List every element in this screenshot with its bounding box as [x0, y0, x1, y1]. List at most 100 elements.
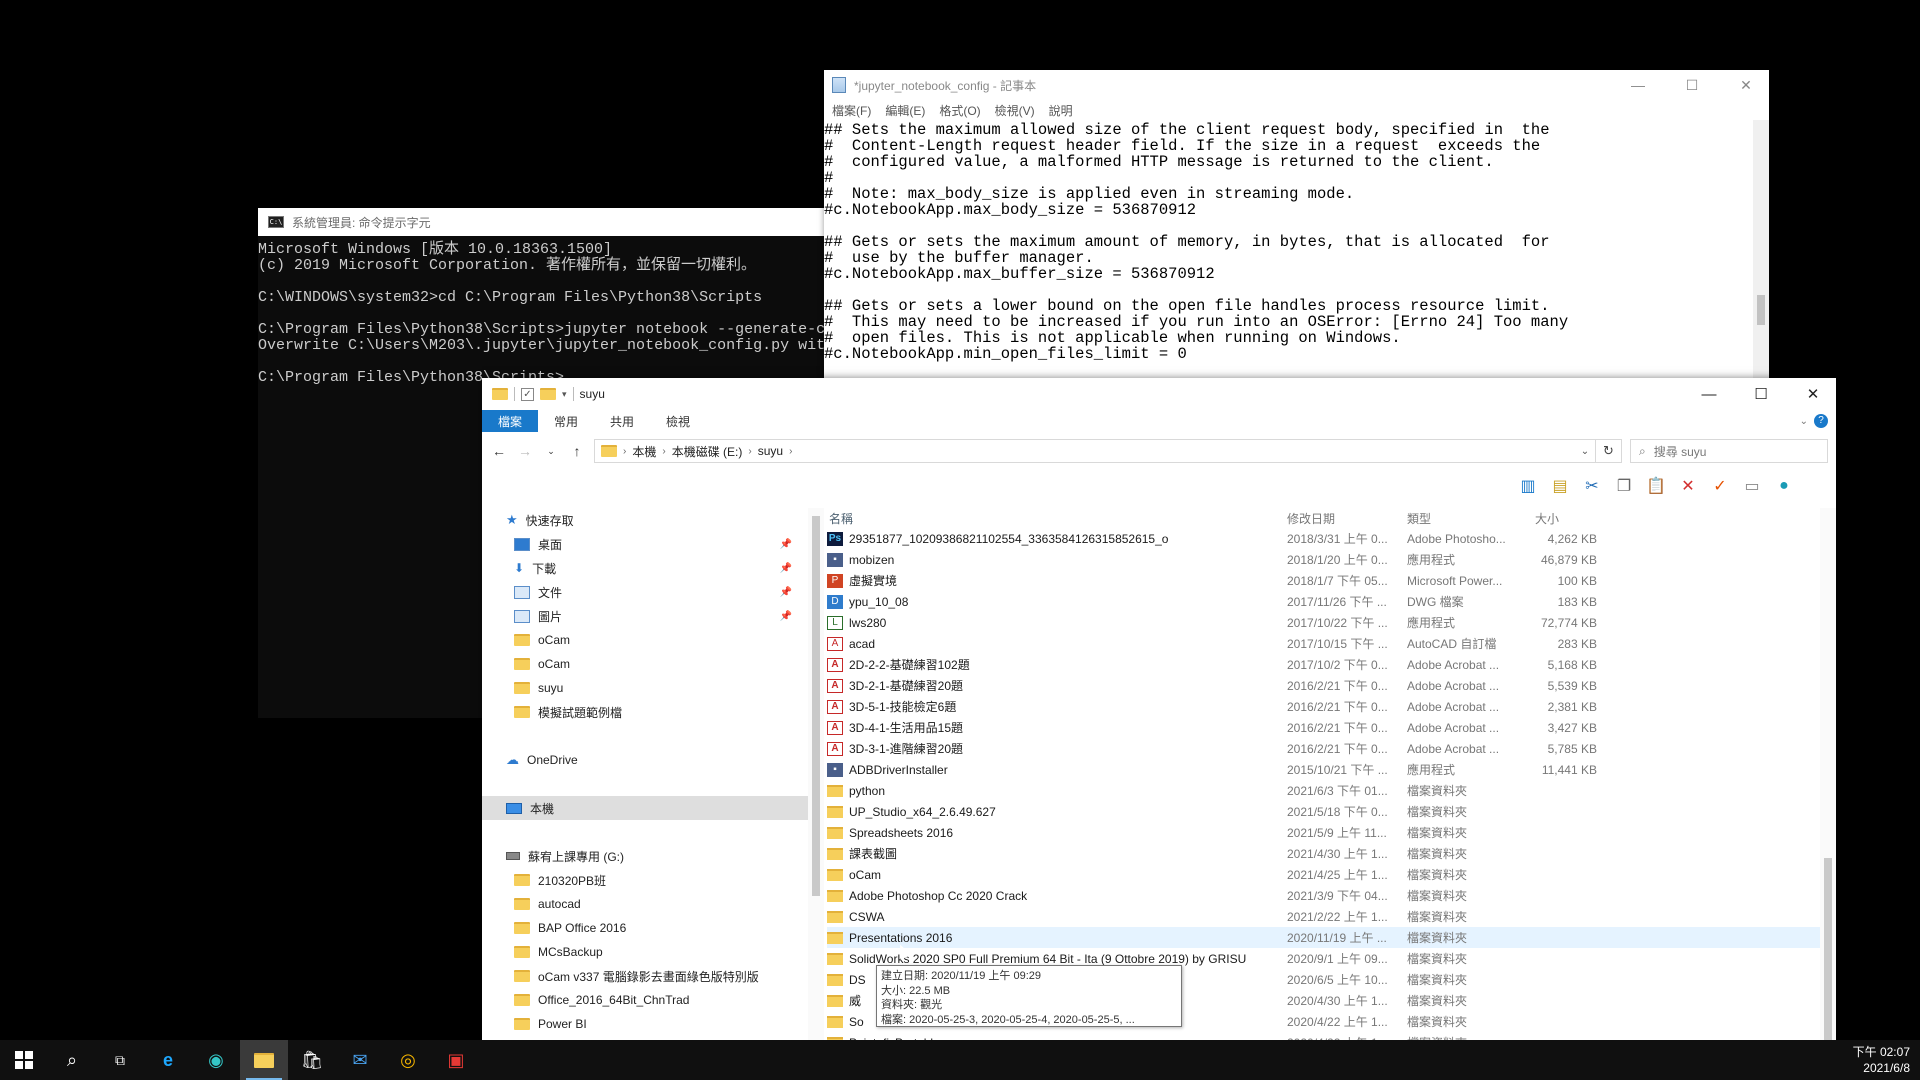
- explorer-taskbar-button[interactable]: [240, 1040, 288, 1080]
- notepad-window[interactable]: *jupyter_notebook_config - 記事本 — ☐ ✕ 檔案(…: [824, 70, 1769, 380]
- column-name[interactable]: 名稱: [827, 510, 1287, 527]
- tab-share[interactable]: 共用: [594, 410, 650, 432]
- delete-icon[interactable]: ✕: [1676, 474, 1700, 498]
- scrollbar-thumb[interactable]: [812, 516, 820, 896]
- nav-item[interactable]: 210320PB班: [482, 868, 808, 892]
- help-icon[interactable]: ?: [1814, 414, 1828, 428]
- search-box[interactable]: ⌕ 搜尋 suyu: [1630, 439, 1828, 463]
- breadcrumb-item[interactable]: 本機: [632, 443, 656, 460]
- cut-icon[interactable]: ✂: [1580, 474, 1604, 498]
- tab-file[interactable]: 檔案: [482, 410, 539, 432]
- checkmark-icon[interactable]: ✓: [1708, 474, 1732, 498]
- task-view-button[interactable]: ⧉: [96, 1040, 144, 1080]
- forward-button[interactable]: →: [516, 443, 534, 459]
- expand-ribbon-icon[interactable]: ⌄: [1800, 416, 1808, 427]
- file-row[interactable]: ▪ mobizen 2018/1/20 上午 0... 應用程式 46,879 KB: [827, 549, 1836, 570]
- file-row[interactable]: Dypu_10_08 2017/11/26 下午 ... DWG 檔案 183 KB: [827, 591, 1836, 612]
- nav-item[interactable]: 模擬試題範例檔: [482, 700, 808, 724]
- recent-locations-icon[interactable]: ⌄: [542, 446, 560, 457]
- nav-item[interactable]: ☁ OneDrive: [482, 748, 808, 772]
- nav-item[interactable]: Office_2016_64Bit_ChnTrad: [482, 988, 808, 1012]
- content-scrollbar[interactable]: [1820, 508, 1836, 1080]
- customize-quick-access-icon[interactable]: ▾: [562, 389, 567, 400]
- nav-item[interactable]: 蘇宥上課專用 (G:): [482, 844, 808, 868]
- paste-icon[interactable]: 📋: [1644, 474, 1668, 498]
- file-row[interactable]: Aacad 2017/10/15 下午 ... AutoCAD 自訂檔 283 KB: [827, 633, 1836, 654]
- refresh-button[interactable]: ↻: [1596, 439, 1622, 463]
- cmd-output[interactable]: Microsoft Windows [版本 10.0.18363.1500] (c…: [258, 236, 828, 386]
- nav-item[interactable]: oCam: [482, 652, 808, 676]
- globe-icon[interactable]: ●: [1772, 474, 1796, 498]
- tab-home[interactable]: 常用: [538, 410, 594, 432]
- copy-icon[interactable]: ❐: [1612, 474, 1636, 498]
- app-taskbar-button[interactable]: ▣: [432, 1040, 480, 1080]
- back-button[interactable]: ←: [490, 443, 508, 459]
- nav-item[interactable]: suyu: [482, 676, 808, 700]
- file-row[interactable]: A 3D-5-1-技能檢定6題 2016/2/21 下午 0... Adobe Acr…: [827, 696, 1836, 717]
- new-folder-icon[interactable]: [540, 388, 556, 400]
- menu-item[interactable]: 編輯(E): [885, 102, 925, 119]
- nav-item[interactable]: MCsBackup: [482, 940, 808, 964]
- nav-item[interactable]: 桌面 📌: [482, 532, 808, 556]
- breadcrumb-item[interactable]: suyu: [758, 444, 783, 458]
- menu-item[interactable]: 說明: [1049, 102, 1073, 119]
- cmd-titlebar[interactable]: C:\ 系統管理員: 命令提示字元: [258, 208, 828, 236]
- menu-item[interactable]: 檔案(F): [832, 102, 871, 119]
- navigation-pane[interactable]: ★ 快速存取 桌面 📌 ⬇ 下載 📌 文件 📌 圖片 📌 oCam oCam suyu 模擬試題範例檔 ☁ On…: [482, 508, 808, 1080]
- file-row[interactable]: oCam 2021/4/25 上午 1... 檔案資料夾: [827, 864, 1836, 885]
- nav-item[interactable]: 圖片 📌: [482, 604, 808, 628]
- nav-item[interactable]: 文件 📌: [482, 580, 808, 604]
- address-bar[interactable]: › 本機 › 本機磁碟 (E:) › suyu › ⌄: [594, 439, 1596, 463]
- nav-item[interactable]: 本機: [482, 796, 808, 820]
- file-row[interactable]: python 2021/6/3 下午 01... 檔案資料夾: [827, 780, 1836, 801]
- file-row[interactable]: A 2D-2-2-基礎練習102題 2017/10/2 下午 0... Adobe A…: [827, 654, 1836, 675]
- search-taskbar-button[interactable]: ⌕: [48, 1040, 96, 1080]
- notepad-titlebar[interactable]: *jupyter_notebook_config - 記事本 — ☐ ✕: [824, 70, 1769, 100]
- minimize-button[interactable]: —: [1615, 77, 1661, 93]
- store-taskbar-button[interactable]: 🛍: [288, 1040, 336, 1080]
- file-row[interactable]: ▪ ADBDriverInstaller 2015/10/21 下午 ... 應用程式…: [827, 759, 1836, 780]
- file-row[interactable]: A 3D-3-1-進階練習20題 2016/2/21 下午 0... Adobe Ac…: [827, 738, 1836, 759]
- sort-icon[interactable]: ▤: [1548, 474, 1572, 498]
- nav-item[interactable]: oCam v337 電腦錄影去畫面綠色版特別版: [482, 964, 808, 988]
- start-button[interactable]: [0, 1040, 48, 1080]
- tab-view[interactable]: 檢視: [650, 410, 706, 432]
- column-date[interactable]: 修改日期: [1287, 510, 1407, 527]
- close-button[interactable]: ✕: [1790, 385, 1836, 403]
- menu-item[interactable]: 檢視(V): [995, 102, 1035, 119]
- file-row[interactable]: A 3D-2-1-基礎練習20題 2016/2/21 下午 0... Adobe Ac…: [827, 675, 1836, 696]
- up-button[interactable]: ↑: [568, 443, 586, 459]
- notepad-scrollbar[interactable]: [1753, 120, 1769, 380]
- nav-item[interactable]: Power BI: [482, 1012, 808, 1036]
- ie-taskbar-button[interactable]: e: [144, 1040, 192, 1080]
- file-row[interactable]: 課表截圖 2021/4/30 上午 1... 檔案資料夾: [827, 843, 1836, 864]
- nav-item[interactable]: BAP Office 2016: [482, 916, 808, 940]
- file-row[interactable]: Adobe Photoshop Cc 2020 Crack 2021/3/9 下午…: [827, 885, 1836, 906]
- close-button[interactable]: ✕: [1723, 77, 1769, 94]
- chrome-taskbar-button[interactable]: ◎: [384, 1040, 432, 1080]
- chevron-down-icon[interactable]: ⌄: [1575, 446, 1595, 457]
- breadcrumb-item[interactable]: 本機磁碟 (E:): [672, 443, 743, 460]
- nav-item[interactable]: oCam: [482, 628, 808, 652]
- minimize-button[interactable]: —: [1686, 386, 1732, 403]
- file-row[interactable]: Ps 29351877_10209386821102554_33635841263…: [827, 528, 1836, 549]
- clock[interactable]: 下午 02:07 2021/6/8: [1853, 1044, 1920, 1076]
- nav-item[interactable]: ★ 快速存取: [482, 508, 808, 532]
- nav-scrollbar[interactable]: [808, 508, 824, 1080]
- notepad-text-area[interactable]: ## Sets the maximum allowed size of the …: [824, 120, 1753, 380]
- scrollbar-thumb[interactable]: [1757, 295, 1765, 325]
- menu-item[interactable]: 格式(O): [939, 102, 980, 119]
- file-row[interactable]: Presentations 2016 2020/11/19 上午 ... 檔案資料夾: [827, 927, 1836, 948]
- nav-item[interactable]: ⬇ 下載 📌: [482, 556, 808, 580]
- edge-taskbar-button[interactable]: ◉: [192, 1040, 240, 1080]
- preview-pane-icon[interactable]: ▥: [1516, 474, 1540, 498]
- file-row[interactable]: A 3D-4-1-生活用品15題 2016/2/21 下午 0... Adobe Ac…: [827, 717, 1836, 738]
- maximize-button[interactable]: ☐: [1669, 77, 1715, 94]
- file-row[interactable]: Spreadsheets 2016 2021/5/9 上午 11... 檔案資料夾: [827, 822, 1836, 843]
- file-row[interactable]: Llws280 2017/10/22 下午 ... 應用程式 72,774 KB: [827, 612, 1836, 633]
- nav-item[interactable]: autocad: [482, 892, 808, 916]
- mail-taskbar-button[interactable]: ✉: [336, 1040, 384, 1080]
- file-row[interactable]: P 虛擬實境 2018/1/7 下午 05... Microsoft Power...…: [827, 570, 1836, 591]
- file-row[interactable]: CSWA 2021/2/22 上午 1... 檔案資料夾: [827, 906, 1836, 927]
- maximize-button[interactable]: ☐: [1738, 385, 1784, 403]
